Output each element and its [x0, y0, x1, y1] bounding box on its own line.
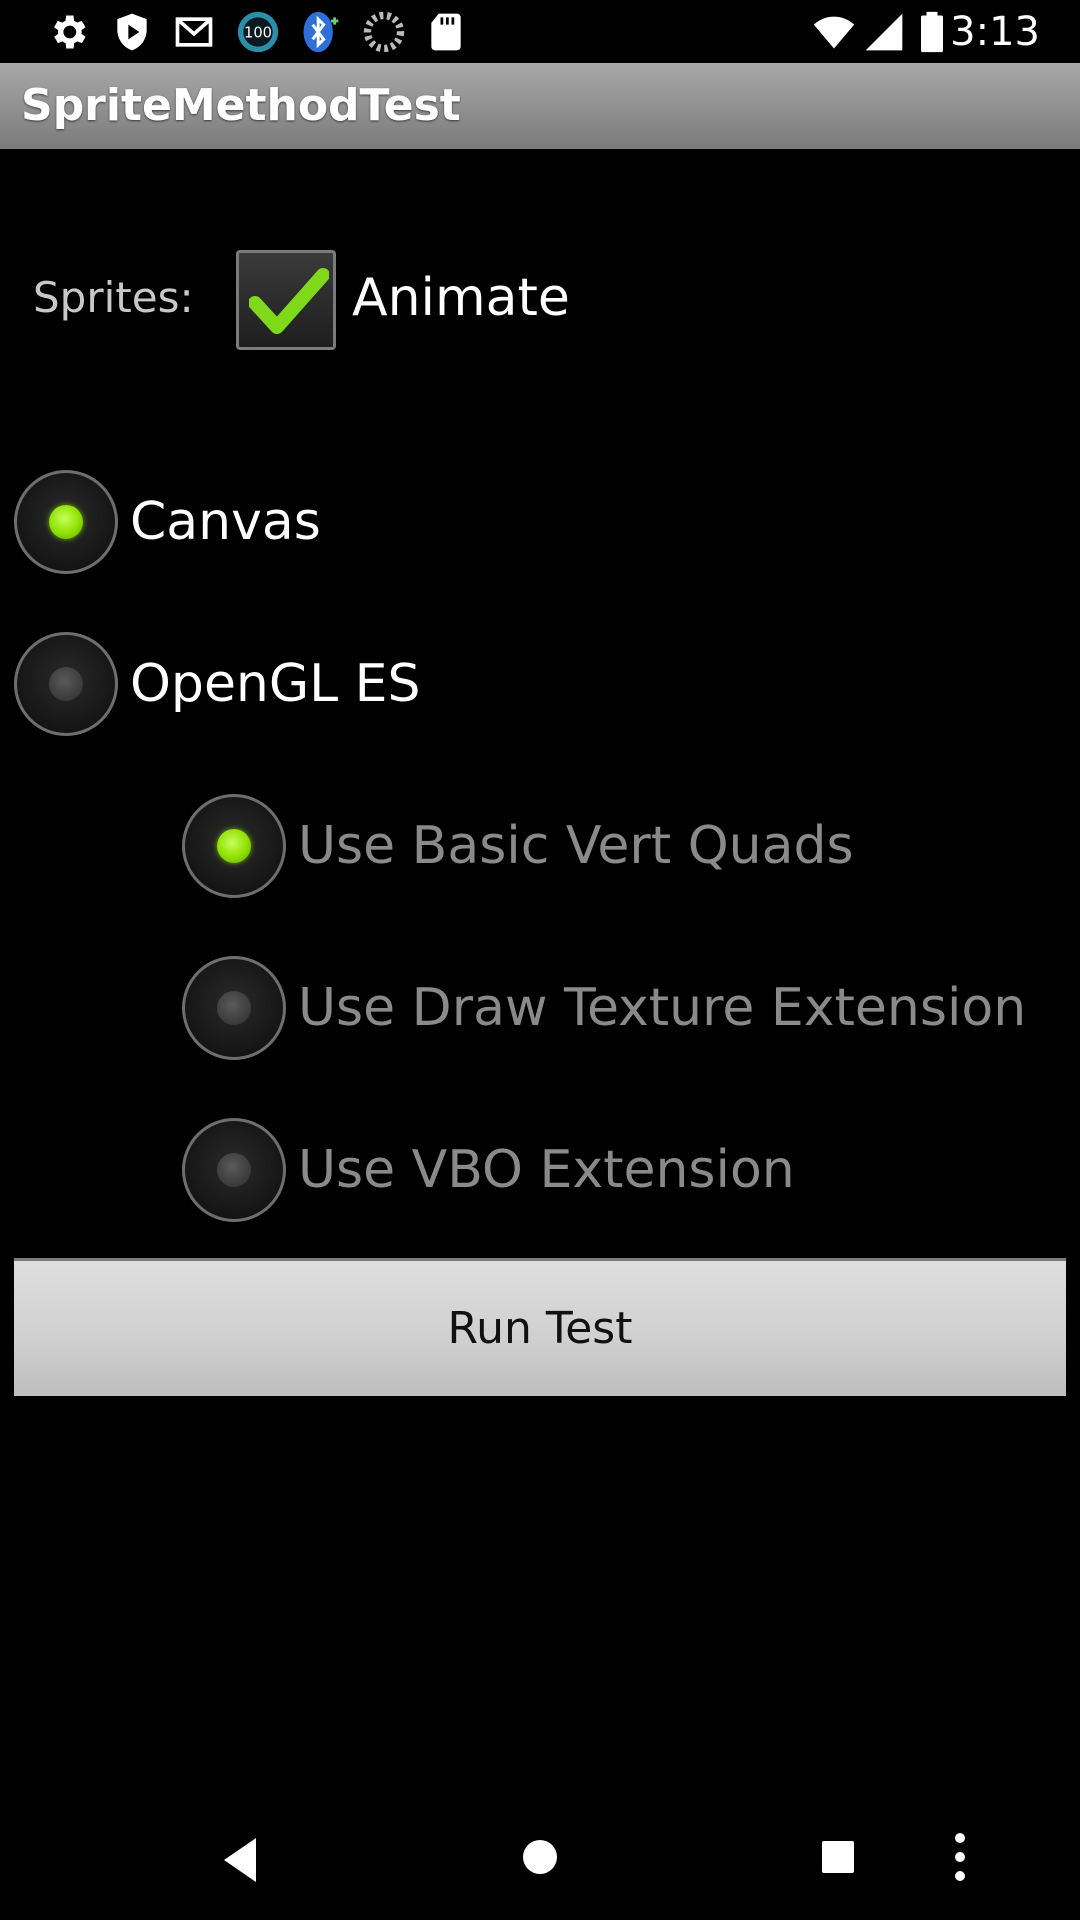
radio-button[interactable]: [14, 470, 118, 574]
home-icon[interactable]: [480, 1800, 600, 1920]
back-icon[interactable]: [180, 1800, 300, 1920]
app-title: SpriteMethodTest: [21, 80, 461, 131]
sprites-label: Sprites:: [33, 273, 194, 322]
radio-draw-texture-extension[interactable]: Use Draw Texture Extension: [182, 956, 1042, 1060]
animate-checkbox[interactable]: [236, 250, 336, 350]
battery-icon: [910, 10, 954, 54]
settings-icon: [46, 10, 90, 54]
badge-text: 100: [244, 25, 272, 42]
radio-button[interactable]: [182, 956, 286, 1060]
radio-selected-dot: [217, 829, 251, 863]
sd-card-icon: [424, 10, 468, 54]
radio-unselected-dot: [217, 991, 251, 1025]
radio-opengl-es-label[interactable]: OpenGL ES: [130, 650, 421, 718]
radio-draw-texture-extension-label[interactable]: Use Draw Texture Extension: [298, 974, 1026, 1042]
run-test-button[interactable]: Run Test: [14, 1258, 1066, 1396]
shield-icon: [110, 10, 154, 54]
radio-unselected-dot: [217, 1153, 251, 1187]
navigation-bar: [0, 1800, 1080, 1920]
checkmark-icon: [249, 268, 329, 334]
action-bar: SpriteMethodTest: [0, 63, 1080, 149]
radio-vbo-extension[interactable]: Use VBO Extension: [182, 1118, 1042, 1222]
animate-label[interactable]: Animate: [352, 266, 570, 330]
radio-button[interactable]: [182, 1118, 286, 1222]
radio-vbo-extension-label[interactable]: Use VBO Extension: [298, 1136, 795, 1204]
radio-opengl-es[interactable]: OpenGL ES: [14, 632, 614, 736]
radio-button[interactable]: [182, 794, 286, 898]
radio-canvas[interactable]: Canvas: [14, 470, 614, 574]
gmail-icon: [172, 10, 216, 54]
radio-unselected-dot: [49, 667, 83, 701]
menu-icon[interactable]: [900, 1800, 1020, 1920]
loading-icon: [362, 10, 406, 54]
radio-basic-vert-quads-label[interactable]: Use Basic Vert Quads: [298, 812, 854, 880]
clock: 3:13: [950, 9, 1040, 55]
radio-selected-dot: [49, 505, 83, 539]
screen: 100 3:13 SpriteMethodTest Sprites: Anima: [0, 0, 1080, 1920]
recents-icon[interactable]: [778, 1800, 898, 1920]
cell-signal-icon: [862, 10, 906, 54]
bluetooth-icon: [298, 10, 342, 54]
radio-basic-vert-quads[interactable]: Use Basic Vert Quads: [182, 794, 1042, 898]
battery-100-badge-icon: 100: [236, 10, 280, 54]
wifi-icon: [812, 10, 856, 54]
radio-canvas-label[interactable]: Canvas: [130, 488, 321, 556]
radio-button[interactable]: [14, 632, 118, 736]
status-bar: 100 3:13: [0, 0, 1080, 63]
